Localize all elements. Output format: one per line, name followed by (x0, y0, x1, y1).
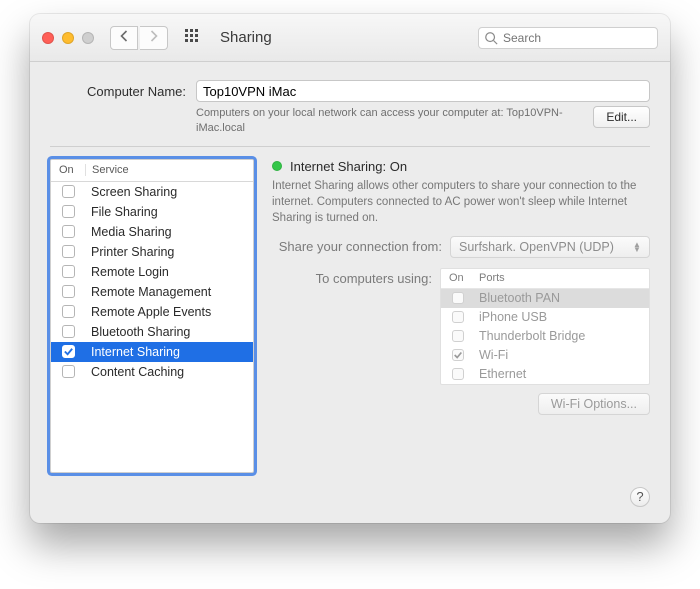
services-list[interactable]: On Service Screen Sharing File Sharing Med… (50, 159, 254, 473)
service-row[interactable]: Bluetooth Sharing (51, 322, 253, 342)
computer-name-input[interactable] (196, 80, 650, 102)
wifi-options-button[interactable]: Wi-Fi Options... (538, 393, 650, 415)
service-label: Remote Management (85, 285, 253, 299)
services-list-header: On Service (51, 160, 253, 182)
service-row[interactable]: Remote Login (51, 262, 253, 282)
service-checkbox[interactable] (62, 265, 75, 278)
ports-header-on: On (441, 272, 475, 284)
service-checkbox[interactable] (62, 365, 75, 378)
grid-icon (184, 28, 200, 47)
port-label: Bluetooth PAN (475, 291, 649, 305)
minimize-window-button[interactable] (62, 32, 74, 44)
service-label: Printer Sharing (85, 245, 253, 259)
service-row[interactable]: Internet Sharing (51, 342, 253, 362)
service-label: Content Caching (85, 365, 253, 379)
sharing-prefpane-window: Sharing Computer Name: Computers on your… (30, 14, 670, 523)
service-checkbox[interactable] (62, 305, 75, 318)
status-title: Internet Sharing: On (290, 159, 407, 174)
search-input[interactable] (478, 27, 658, 49)
share-from-popup[interactable]: Surfshark. OpenVPN (UDP) ▲▼ (450, 236, 650, 258)
port-checkbox[interactable] (452, 311, 464, 323)
service-label: File Sharing (85, 205, 253, 219)
service-label: Remote Apple Events (85, 305, 253, 319)
zoom-window-button[interactable] (82, 32, 94, 44)
port-label: Wi-Fi (475, 348, 649, 362)
share-from-value: Surfshark. OpenVPN (UDP) (459, 240, 614, 254)
share-from-label: Share your connection from: (272, 236, 442, 254)
service-row[interactable]: Screen Sharing (51, 182, 253, 202)
page-title: Sharing (220, 29, 272, 46)
services-header-on: On (51, 164, 85, 176)
ports-list-header: On Ports (441, 269, 649, 289)
port-checkbox[interactable] (452, 368, 464, 380)
service-checkbox[interactable] (62, 205, 75, 218)
service-label: Remote Login (85, 265, 253, 279)
port-row[interactable]: Bluetooth PAN (441, 289, 649, 308)
port-label: Ethernet (475, 367, 649, 381)
port-row[interactable]: iPhone USB (441, 308, 649, 327)
port-row[interactable]: Wi-Fi (441, 346, 649, 365)
port-checkbox[interactable] (452, 349, 464, 361)
status-indicator-icon (272, 161, 282, 171)
window-controls (42, 32, 94, 44)
service-checkbox[interactable] (62, 285, 75, 298)
close-window-button[interactable] (42, 32, 54, 44)
show-all-prefs-button[interactable] (178, 26, 206, 50)
to-computers-label: To computers using: (272, 268, 432, 286)
ports-header-ports: Ports (475, 272, 649, 284)
popup-arrows-icon: ▲▼ (629, 242, 645, 252)
toolbar: Sharing (30, 14, 670, 62)
port-row[interactable]: Ethernet (441, 365, 649, 384)
service-label: Screen Sharing (85, 185, 253, 199)
computer-name-label: Computer Name: (50, 84, 186, 99)
service-checkbox[interactable] (62, 245, 75, 258)
port-checkbox[interactable] (452, 330, 464, 342)
search-field-wrap (478, 27, 658, 49)
section-divider (50, 146, 650, 147)
service-label: Internet Sharing (85, 345, 253, 359)
service-label: Media Sharing (85, 225, 253, 239)
service-detail-pane: Internet Sharing: On Internet Sharing al… (272, 159, 650, 425)
service-checkbox[interactable] (62, 225, 75, 238)
ports-list[interactable]: On Ports Bluetooth PAN iPhone USB Thunderb… (440, 268, 650, 385)
port-label: Thunderbolt Bridge (475, 329, 649, 343)
back-button[interactable] (110, 26, 138, 50)
service-checkbox[interactable] (62, 185, 75, 198)
nav-buttons (110, 26, 168, 50)
chevron-right-icon (149, 30, 158, 45)
service-row[interactable]: Media Sharing (51, 222, 253, 242)
service-row[interactable]: Printer Sharing (51, 242, 253, 262)
forward-button[interactable] (140, 26, 168, 50)
service-description: Internet Sharing allows other computers … (272, 178, 650, 226)
computer-name-description: Computers on your local network can acce… (196, 106, 583, 136)
help-button[interactable]: ? (630, 487, 650, 507)
chevron-left-icon (120, 30, 129, 45)
port-row[interactable]: Thunderbolt Bridge (441, 327, 649, 346)
service-checkbox[interactable] (62, 325, 75, 338)
port-checkbox[interactable] (452, 292, 464, 304)
service-row[interactable]: Remote Management (51, 282, 253, 302)
service-row[interactable]: File Sharing (51, 202, 253, 222)
service-row[interactable]: Remote Apple Events (51, 302, 253, 322)
service-checkbox[interactable] (62, 345, 75, 358)
services-header-service: Service (85, 164, 253, 176)
service-label: Bluetooth Sharing (85, 325, 253, 339)
edit-hostname-button[interactable]: Edit... (593, 106, 650, 128)
service-row[interactable]: Content Caching (51, 362, 253, 382)
port-label: iPhone USB (475, 310, 649, 324)
